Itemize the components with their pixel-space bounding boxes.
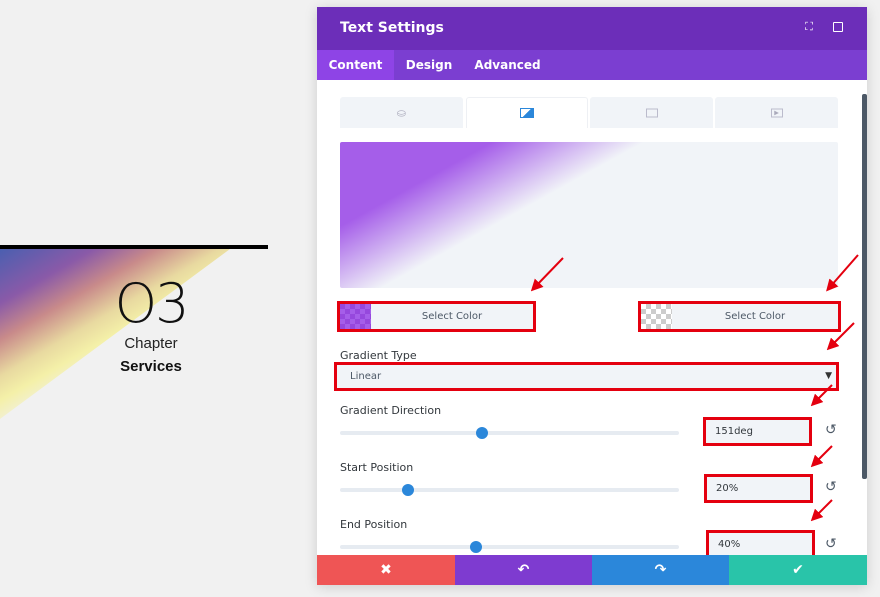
chapter-label: Chapter [124,335,178,352]
bg-tab-color[interactable]: ⛀ [340,97,463,128]
fullscreen-icon[interactable]: ⛶ [803,21,815,33]
gradient-direction-label: Gradient Direction [340,404,442,417]
slider-handle[interactable] [476,427,489,439]
end-position-label: End Position [340,518,408,531]
tab-advanced[interactable]: Advanced [464,50,551,80]
image-icon [645,108,658,117]
end-position-input[interactable]: 40% [706,530,815,555]
end-position-slider[interactable] [340,541,679,553]
bg-tab-gradient[interactable] [466,97,588,128]
start-position-label: Start Position [340,461,414,474]
slider-handle[interactable] [469,541,482,553]
start-color-picker[interactable]: Select Color [337,301,536,332]
bg-tab-video[interactable]: ▶ [715,97,838,128]
modal-body: ⛀ ▶ Select Color Select Color Gradient T… [317,80,867,555]
gradient-direction-slider[interactable] [340,427,679,439]
gradient-preview [340,142,838,288]
start-position-slider[interactable] [340,484,679,496]
video-icon: ▶ [770,108,783,117]
chapter-title: Services [120,358,182,375]
tab-content[interactable]: Content [317,50,394,80]
gradient-type-label: Gradient Type [340,349,417,362]
end-color-picker[interactable]: Select Color [638,301,841,332]
modal-header: Text Settings ⛶ [317,7,867,50]
text-settings-modal: Text Settings ⛶ Content Design Advanced … [317,7,867,585]
gradient-type-select[interactable]: Linear ▼ [334,362,839,391]
divider-line [0,245,268,249]
modal-footer: ✖ ↶ ↷ ✔ [317,555,867,585]
cancel-button[interactable]: ✖ [317,555,455,585]
bg-tab-image[interactable] [590,97,713,128]
reset-icon[interactable]: ↺ [825,422,837,438]
undo-button[interactable]: ↶ [455,555,592,585]
scrollbar[interactable] [862,94,867,479]
split-view-icon[interactable] [833,22,843,32]
save-button[interactable]: ✔ [729,555,867,585]
tab-design[interactable]: Design [394,50,464,80]
tab-bar: Content Design Advanced [317,50,867,80]
transparent-swatch [641,304,672,329]
chevron-down-icon: ▼ [825,371,832,381]
start-position-input[interactable]: 20% [704,474,813,503]
paint-bucket-icon: ⛀ [396,106,407,119]
slider-handle[interactable] [401,484,414,496]
select-color-label: Select Color [724,311,786,322]
gradient-icon [520,108,534,118]
reset-icon[interactable]: ↺ [825,536,837,552]
reset-icon[interactable]: ↺ [825,479,837,495]
redo-button[interactable]: ↷ [592,555,729,585]
color-swatch [340,304,371,329]
chapter-number: O3 [114,272,190,335]
select-color-label: Select Color [421,311,483,322]
gradient-direction-input[interactable]: 151deg [703,417,812,446]
modal-title: Text Settings [340,20,444,36]
select-value: Linear [350,371,382,382]
